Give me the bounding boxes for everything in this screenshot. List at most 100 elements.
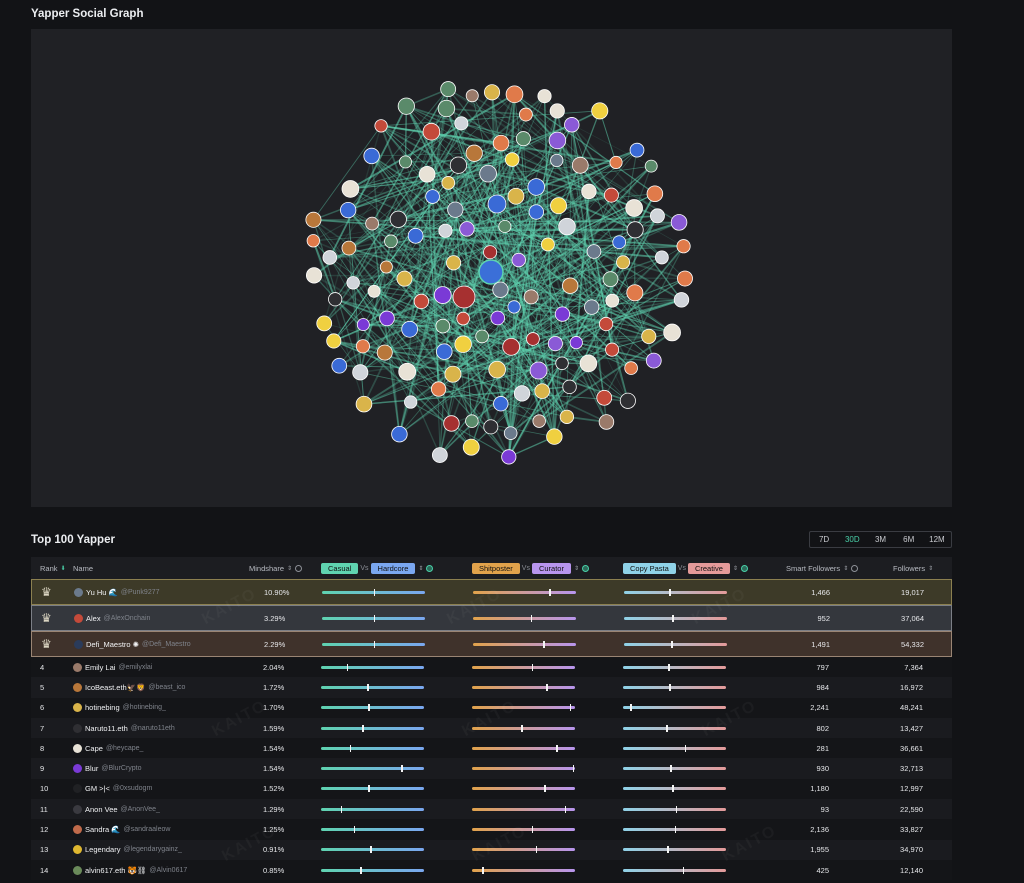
graph-node-avatar[interactable]: [440, 81, 457, 98]
graph-node-avatar[interactable]: [569, 336, 583, 350]
graph-node-avatar[interactable]: [584, 299, 600, 315]
graph-node-avatar[interactable]: [624, 361, 638, 375]
graph-node-avatar[interactable]: [492, 134, 510, 152]
graph-node-avatar[interactable]: [501, 449, 517, 465]
graph-node-avatar[interactable]: [571, 156, 589, 174]
period-button-7d[interactable]: 7D: [810, 532, 838, 547]
graph-node-avatar[interactable]: [654, 250, 669, 265]
graph-node-avatar[interactable]: [507, 187, 525, 205]
graph-node-avatar[interactable]: [646, 185, 664, 203]
graph-node-avatar[interactable]: [446, 255, 462, 271]
graph-node-avatar[interactable]: [483, 419, 499, 435]
info-icon[interactable]: [582, 564, 589, 572]
graph-node-avatar[interactable]: [550, 197, 568, 215]
rank-header[interactable]: Rank ⬇: [40, 557, 66, 579]
table-row[interactable]: 5 IcoBeast.eth🦅🦁 @beast_ico 1.72% 984 16…: [31, 677, 952, 698]
graph-node-avatar[interactable]: [456, 311, 470, 326]
name-cell[interactable]: Yu Hu 🌊 @Punk9277: [74, 580, 160, 604]
graph-node-avatar[interactable]: [579, 354, 598, 373]
graph-node-avatar[interactable]: [603, 187, 619, 203]
name-cell[interactable]: Defi_Maestro ✺ @Defi_Maestro: [74, 632, 191, 656]
graph-node-avatar[interactable]: [549, 103, 565, 119]
graph-node-avatar[interactable]: [433, 286, 452, 304]
graph-node-avatar[interactable]: [389, 210, 407, 228]
graph-node-avatar[interactable]: [396, 270, 413, 287]
graph-node-avatar[interactable]: [341, 180, 360, 198]
table-row[interactable]: 13 Legendary @legendarygainz_ 0.91% 1,95…: [31, 839, 952, 860]
graph-node-avatar[interactable]: [436, 343, 453, 360]
graph-node-avatar[interactable]: [478, 259, 504, 285]
info-icon[interactable]: [295, 564, 303, 572]
graph-node-avatar[interactable]: [413, 293, 429, 310]
graph-node-avatar[interactable]: [487, 194, 507, 214]
period-button-12m[interactable]: 12M: [923, 532, 951, 547]
graph-node-avatar[interactable]: [526, 332, 540, 346]
graph-node-avatar[interactable]: [397, 97, 415, 115]
graph-node-avatar[interactable]: [586, 244, 602, 259]
graph-node-avatar[interactable]: [547, 336, 563, 352]
graph-node-avatar[interactable]: [629, 142, 645, 158]
followers-header[interactable]: Followers ⇕: [893, 557, 933, 579]
shitposter-curator-header[interactable]: Shitposter Vs Curator ⇕: [472, 557, 589, 579]
graph-node-avatar[interactable]: [523, 289, 539, 305]
graph-node-avatar[interactable]: [488, 360, 506, 379]
name-cell[interactable]: Legendary @legendarygainz_: [73, 840, 182, 860]
table-row[interactable]: 12 Sandra 🌊 @sandraaleow 1.25% 2,136 33,…: [31, 819, 952, 840]
graph-node-avatar[interactable]: [626, 284, 644, 302]
name-cell[interactable]: hotinebing @hotinebing_: [73, 698, 166, 718]
graph-node-avatar[interactable]: [431, 447, 448, 463]
name-cell[interactable]: Anon Vee @AnonVee_: [73, 799, 160, 819]
graph-node-avatar[interactable]: [479, 164, 497, 183]
graph-node-avatar[interactable]: [404, 395, 418, 409]
table-row[interactable]: ♛ Defi_Maestro ✺ @Defi_Maestro 2.29% 1,4…: [31, 631, 952, 657]
name-cell[interactable]: Blur @BlurCrypto: [73, 758, 142, 778]
info-icon[interactable]: [740, 564, 748, 572]
graph-node-avatar[interactable]: [399, 155, 412, 169]
graph-node-avatar[interactable]: [677, 270, 693, 287]
graph-node-avatar[interactable]: [537, 89, 552, 104]
graph-node-avatar[interactable]: [454, 335, 472, 353]
table-row[interactable]: 14 alvin617.eth 🐯⛓ @Alvin0617 0.85% 425 …: [31, 859, 952, 881]
graph-node-avatar[interactable]: [475, 329, 489, 344]
graph-node-avatar[interactable]: [528, 204, 544, 220]
graph-node-avatar[interactable]: [422, 122, 441, 141]
table-row[interactable]: 6 hotinebing @hotinebing_ 1.70% 2,241 48…: [31, 697, 952, 718]
graph-node-avatar[interactable]: [670, 214, 688, 231]
graph-node-avatar[interactable]: [609, 155, 623, 169]
name-cell[interactable]: Cape @heycape_: [73, 738, 143, 758]
graph-node-avatar[interactable]: [602, 271, 619, 288]
graph-node-avatar[interactable]: [625, 199, 643, 217]
graph-node-avatar[interactable]: [328, 292, 343, 307]
table-row[interactable]: 4 Emily Lai @emilyxlai 2.04% 797 7,364: [31, 657, 952, 678]
casual-hardcore-header[interactable]: Casual Vs Hardcore ⇕: [321, 557, 434, 579]
name-cell[interactable]: Sandra 🌊 @sandraaleow: [73, 819, 170, 839]
graph-node-avatar[interactable]: [341, 240, 357, 256]
graph-node-avatar[interactable]: [384, 234, 398, 249]
graph-node-avatar[interactable]: [365, 216, 379, 231]
table-row[interactable]: ♛ Yu Hu 🌊 @Punk9277 10.90% 1,466 19,017: [31, 579, 952, 605]
graph-node-avatar[interactable]: [492, 281, 509, 298]
graph-node-avatar[interactable]: [363, 147, 380, 165]
table-row[interactable]: ♛ Alex @AlexOnchain 3.29% 952 37,064: [31, 605, 952, 631]
graph-node-avatar[interactable]: [331, 357, 348, 374]
graph-node-avatar[interactable]: [505, 85, 524, 104]
graph-node-avatar[interactable]: [376, 344, 393, 361]
social-graph-canvas[interactable]: [31, 29, 952, 507]
graph-node-avatar[interactable]: [650, 208, 665, 224]
graph-node-avatar[interactable]: [546, 428, 563, 445]
graph-node-avatar[interactable]: [465, 89, 479, 103]
graph-node-avatar[interactable]: [554, 306, 571, 322]
graph-node-avatar[interactable]: [598, 414, 615, 430]
graph-node-avatar[interactable]: [626, 221, 644, 239]
table-row[interactable]: 10 GM >|< @0xsudogm 1.52% 1,180 12,997: [31, 778, 952, 800]
table-row[interactable]: 8 Cape @heycape_ 1.54% 281 36,661: [31, 738, 952, 759]
graph-node-avatar[interactable]: [555, 356, 569, 370]
graph-node-avatar[interactable]: [367, 284, 381, 298]
name-cell[interactable]: Emily Lai @emilyxlai: [73, 657, 152, 677]
graph-node-avatar[interactable]: [355, 395, 373, 413]
graph-node-avatar[interactable]: [355, 339, 370, 354]
graph-node-avatar[interactable]: [641, 328, 657, 344]
name-cell[interactable]: Alex @AlexOnchain: [74, 606, 150, 630]
graph-node-avatar[interactable]: [644, 159, 658, 173]
graph-node-avatar[interactable]: [379, 310, 395, 327]
